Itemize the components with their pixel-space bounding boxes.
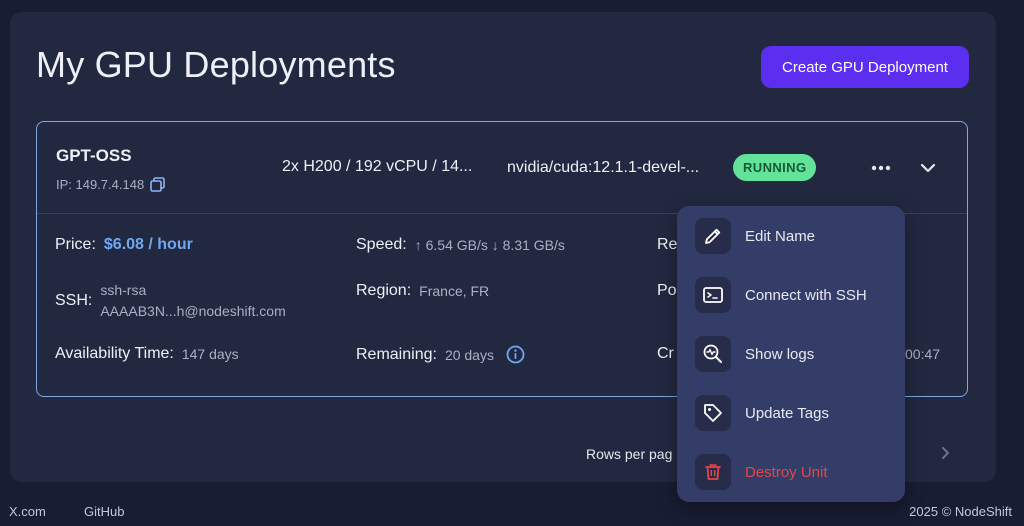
col3-row1-field: Re bbox=[657, 236, 677, 254]
more-options-icon[interactable] bbox=[869, 158, 893, 178]
info-icon[interactable] bbox=[506, 345, 525, 364]
ip-address: IP: 149.7.4.148 bbox=[56, 177, 145, 192]
price-value: $6.08 / hour bbox=[103, 236, 193, 253]
footer: X.com GitHub 2025 © NodeShift bbox=[0, 494, 1024, 526]
col3-row3-value: 00:47 bbox=[905, 346, 940, 362]
page-title: My GPU Deployments bbox=[36, 44, 396, 85]
menu-item-edit-name[interactable]: Edit Name bbox=[695, 218, 895, 254]
gpu-spec: 2x H200 / 192 vCPU / 14... bbox=[282, 158, 473, 175]
menu-item-connect-ssh[interactable]: Connect with SSH bbox=[695, 277, 895, 313]
menu-item-destroy-unit[interactable]: Destroy Unit bbox=[695, 454, 895, 490]
ssh-field: SSH: ssh-rsa AAAAB3N...h@nodeshift.com bbox=[55, 280, 286, 322]
chevron-right-icon[interactable] bbox=[936, 444, 954, 462]
container-image: nvidia/cuda:12.1.1-devel-... bbox=[507, 159, 700, 176]
availability-value: 147 days bbox=[181, 346, 239, 362]
copyright-text: 2025 © NodeShift bbox=[909, 504, 1012, 519]
remaining-field: Remaining: 20 days bbox=[356, 345, 525, 364]
col3-row3-label: Cr bbox=[657, 345, 674, 362]
deployment-actions-menu: Edit Name Connect with SSH Show logs Upd… bbox=[677, 206, 905, 502]
col3-row3-field: Cr bbox=[657, 345, 674, 363]
footer-link-x[interactable]: X.com bbox=[9, 504, 46, 519]
menu-item-label: Update Tags bbox=[745, 404, 829, 422]
speed-value: ↑ 6.54 GB/s ↓ 8.31 GB/s bbox=[414, 237, 565, 253]
footer-link-github[interactable]: GitHub bbox=[84, 504, 124, 519]
availability-label: Availability Time: bbox=[55, 345, 174, 362]
region-field: Region: France, FR bbox=[356, 282, 489, 300]
col3-row2-field: Po bbox=[657, 282, 677, 300]
terminal-icon bbox=[695, 277, 731, 313]
ssh-value: ssh-rsa AAAAB3N...h@nodeshift.com bbox=[100, 280, 285, 322]
col3-row3-tail: 00:47 bbox=[905, 346, 941, 362]
deployment-card-header[interactable]: GPT-OSS IP: 149.7.4.148 2x H200 / 192 vC… bbox=[37, 122, 967, 214]
create-gpu-deployment-button[interactable]: Create GPU Deployment bbox=[761, 46, 969, 88]
menu-item-label: Destroy Unit bbox=[745, 463, 828, 481]
ssh-key-text: AAAAB3N...h@nodeshift.com bbox=[100, 303, 286, 319]
col3-row1-label: Re bbox=[657, 236, 678, 253]
speed-label: Speed: bbox=[356, 236, 407, 253]
menu-item-label: Connect with SSH bbox=[745, 286, 867, 304]
menu-item-label: Show logs bbox=[745, 345, 815, 363]
availability-field: Availability Time: 147 days bbox=[55, 345, 239, 363]
region-value: France, FR bbox=[419, 283, 490, 299]
menu-item-update-tags[interactable]: Update Tags bbox=[695, 395, 895, 431]
status-badge: RUNNING bbox=[733, 154, 817, 181]
ssh-key-type: ssh-rsa bbox=[100, 282, 147, 298]
tag-icon bbox=[695, 395, 731, 431]
ip-row: IP: 149.7.4.148 bbox=[56, 177, 165, 192]
menu-item-show-logs[interactable]: Show logs bbox=[695, 336, 895, 372]
ssh-label: SSH: bbox=[55, 292, 93, 309]
remaining-value: 20 days bbox=[444, 346, 494, 363]
chevron-down-icon[interactable] bbox=[917, 158, 939, 178]
trash-icon bbox=[695, 454, 731, 490]
menu-item-label: Edit Name bbox=[745, 227, 816, 245]
deployment-name: GPT-OSS bbox=[56, 146, 132, 165]
pencil-icon bbox=[695, 218, 731, 254]
price-label: Price: bbox=[55, 236, 96, 253]
rows-per-page-label: Rows per pag bbox=[586, 446, 673, 462]
speed-field: Speed: ↑ 6.54 GB/s ↓ 8.31 GB/s bbox=[356, 236, 565, 254]
price-field: Price: $6.08 / hour bbox=[55, 236, 193, 254]
region-label: Region: bbox=[356, 282, 412, 299]
remaining-label: Remaining: bbox=[356, 345, 437, 363]
logs-icon bbox=[695, 336, 731, 372]
col3-row2-label: Po bbox=[657, 282, 677, 299]
copy-icon[interactable] bbox=[150, 177, 165, 192]
